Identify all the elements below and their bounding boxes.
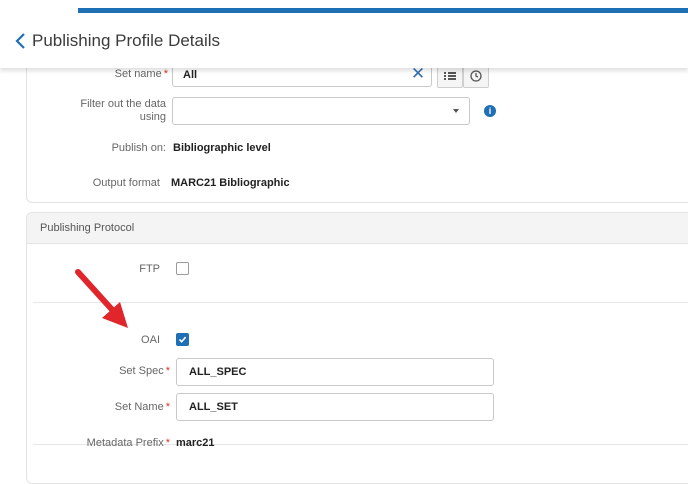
set-name-protocol-input[interactable]: ALL_SET bbox=[176, 393, 494, 421]
filter-label: Filter out the data using bbox=[80, 98, 166, 123]
set-name-protocol-value: ALL_SET bbox=[189, 401, 238, 413]
caret-down-icon bbox=[453, 109, 459, 113]
metadata-prefix-label: Metadata Prefix * bbox=[86, 437, 170, 449]
top-accent-bar bbox=[78, 8, 688, 13]
section-header: Publishing Protocol bbox=[27, 213, 688, 244]
set-name-protocol-label: Set Name * bbox=[114, 401, 170, 413]
publish-on-label: Publish on: bbox=[111, 142, 166, 154]
metadata-prefix-value: marc21 bbox=[176, 437, 215, 449]
set-spec-value: ALL_SPEC bbox=[189, 366, 247, 378]
page-header: Publishing Profile Details bbox=[0, 16, 688, 68]
ftp-checkbox[interactable] bbox=[176, 262, 189, 275]
info-icon[interactable]: i bbox=[484, 105, 496, 117]
set-name-label: Set name * bbox=[114, 68, 168, 80]
set-spec-label: Set Spec * bbox=[119, 365, 170, 377]
section-title: Publishing Protocol bbox=[40, 222, 135, 234]
publish-on-value: Bibliographic level bbox=[173, 142, 271, 154]
output-format-label: Output format bbox=[92, 177, 160, 189]
set-name-value: All bbox=[183, 69, 198, 81]
oai-label: OAI bbox=[141, 334, 160, 346]
chevron-left-icon[interactable] bbox=[14, 30, 34, 54]
filter-select[interactable] bbox=[172, 97, 470, 125]
red-arrow bbox=[72, 268, 132, 335]
output-format-value: MARC21 Bibliographic bbox=[171, 177, 290, 189]
oai-checkbox[interactable] bbox=[176, 333, 189, 346]
page-title: Publishing Profile Details bbox=[32, 31, 221, 50]
set-spec-input[interactable]: ALL_SPEC bbox=[176, 358, 494, 386]
